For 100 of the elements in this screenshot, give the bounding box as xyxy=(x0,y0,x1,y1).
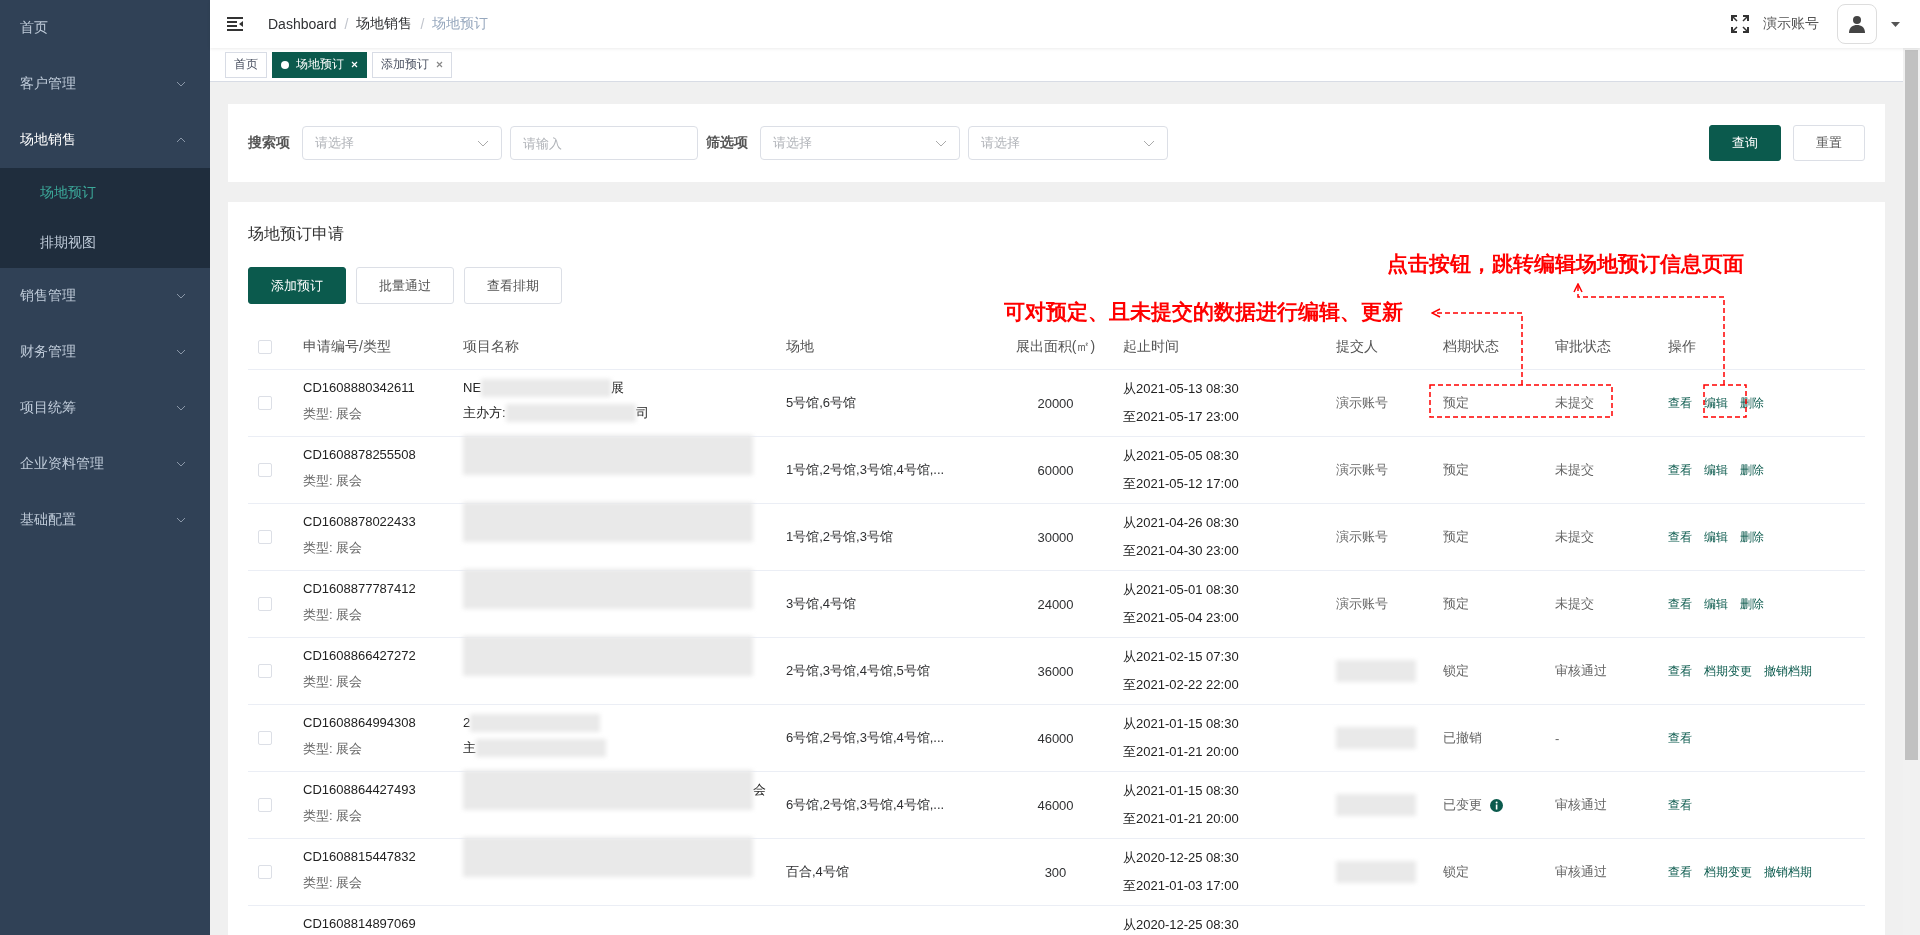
approval-status: 未提交 xyxy=(1555,528,1594,546)
action-link[interactable]: 查看 xyxy=(1668,662,1692,680)
action-link[interactable]: 编辑 xyxy=(1704,595,1728,613)
column-header: 申请编号/类型 xyxy=(303,337,391,356)
sidebar-item[interactable]: 财务管理 xyxy=(0,324,210,380)
action-link[interactable]: 删除 xyxy=(1740,528,1764,546)
venue-text: 百合,4号馆 xyxy=(786,863,849,881)
action-link[interactable]: 查看 xyxy=(1668,528,1692,546)
area-value: 46000 xyxy=(1037,797,1074,813)
sidebar-subitem[interactable]: 场地预订 xyxy=(0,168,210,218)
approval-status: 审核通过 xyxy=(1555,796,1607,814)
start-time: 从2021-05-05 08:30 xyxy=(1123,447,1239,465)
action-link[interactable]: 删除 xyxy=(1740,595,1764,613)
area-value: 36000 xyxy=(1037,663,1074,679)
area-value: 60000 xyxy=(1037,462,1074,478)
request-type: 类型: 展会 xyxy=(303,874,363,892)
column-header: 展出面积(㎡) xyxy=(1015,337,1096,356)
breadcrumb-item[interactable]: 场地销售 xyxy=(356,15,413,33)
schedule-status: 预定 xyxy=(1443,528,1469,546)
request-id: CD1608864994308 xyxy=(303,715,416,730)
page-tab[interactable]: 首页 xyxy=(225,51,267,78)
reset-button[interactable]: 重置 xyxy=(1793,125,1865,161)
project-text: 主 xyxy=(463,738,476,757)
project-text: 主办方: xyxy=(463,403,506,422)
page-tab[interactable]: 添加预订 xyxy=(372,51,452,78)
action-button[interactable]: 添加预订 xyxy=(248,267,346,304)
search-input[interactable]: 请输入 xyxy=(510,126,698,160)
action-button[interactable]: 查看排期 xyxy=(464,267,562,304)
venue-text: 5号馆,6号馆 xyxy=(786,394,857,412)
submitter-name: 演示账号 xyxy=(1336,528,1388,546)
submitter-name: 演示账号 xyxy=(1336,595,1388,613)
request-id: CD1608814897069 xyxy=(303,916,416,931)
area-value: 46000 xyxy=(1037,730,1074,746)
venue-text: 2号馆,3号馆,4号馆,5号馆 xyxy=(786,662,930,680)
schedule-status: 预定 xyxy=(1443,394,1469,412)
project-text: 司 xyxy=(635,403,649,422)
area-value: 300 xyxy=(1044,864,1067,880)
sidebar-item[interactable]: 销售管理 xyxy=(0,268,210,324)
request-type: 类型: 展会 xyxy=(303,472,363,490)
sidebar-item[interactable]: 企业资料管理 xyxy=(0,436,210,492)
filter-label: 筛选项 xyxy=(706,134,748,152)
end-time: 至2021-05-17 23:00 xyxy=(1123,408,1239,426)
start-time: 从2021-05-01 08:30 xyxy=(1123,581,1239,599)
column-header: 操作 xyxy=(1668,337,1696,356)
sidebar-subitem[interactable]: 排期视图 xyxy=(0,218,210,268)
sidebar-item[interactable]: 基础配置 xyxy=(0,492,210,548)
venue-text: 6号馆,2号馆,3号馆,4号馆,... xyxy=(786,796,945,814)
schedule-status: 预定 xyxy=(1443,595,1469,613)
project-text: 展 xyxy=(611,378,625,397)
sidebar-item[interactable]: 客户管理 xyxy=(0,56,210,112)
venue-text: 6号馆,2号馆,3号馆,4号馆,... xyxy=(786,729,945,747)
action-link[interactable]: 档期变更 xyxy=(1704,863,1752,881)
sidebar-item[interactable]: 项目统筹 xyxy=(0,380,210,436)
action-link[interactable]: 编辑 xyxy=(1704,528,1728,546)
annotation-text: 可对预定、且未提交的数据进行编辑、更新 xyxy=(1004,299,1403,326)
request-id: CD1608877787412 xyxy=(303,581,416,596)
query-button[interactable]: 查询 xyxy=(1709,125,1781,161)
request-type: 类型: 展会 xyxy=(303,673,363,691)
action-link[interactable]: 查看 xyxy=(1668,461,1692,479)
action-link[interactable]: 撤销档期 xyxy=(1764,863,1812,881)
sidebar-item[interactable]: 首页 xyxy=(0,0,210,56)
page-tab[interactable]: 场地预订 xyxy=(272,51,367,78)
breadcrumb-item[interactable]: Dashboard xyxy=(268,16,337,32)
request-id: CD1608880342611 xyxy=(303,380,415,395)
end-time: 至2021-01-21 20:00 xyxy=(1123,743,1239,761)
action-button[interactable]: 批量通过 xyxy=(356,267,454,304)
venue-text: 1号馆,2号馆,3号馆,4号馆,... xyxy=(786,461,945,479)
schedule-status: 已撤销 xyxy=(1443,729,1482,747)
request-type: 类型: 展会 xyxy=(303,606,363,624)
column-header: 提交人 xyxy=(1336,337,1378,356)
end-time: 至2021-05-04 23:00 xyxy=(1123,609,1239,627)
panel-title: 场地预订申请 xyxy=(248,224,345,244)
action-link[interactable]: 编辑 xyxy=(1704,461,1728,479)
sidebar-item[interactable]: 场地销售 xyxy=(0,112,210,168)
search-label: 搜索项 xyxy=(248,134,290,152)
schedule-status: 预定 xyxy=(1443,461,1469,479)
action-link[interactable]: 查看 xyxy=(1668,394,1692,412)
action-link[interactable]: 撤销档期 xyxy=(1764,662,1812,680)
end-time: 至2021-01-03 17:00 xyxy=(1123,877,1239,895)
project-text: 会 xyxy=(753,780,766,799)
column-header: 项目名称 xyxy=(463,337,519,356)
end-time: 至2021-02-22 22:00 xyxy=(1123,676,1239,694)
action-link[interactable]: 编辑 xyxy=(1704,394,1728,412)
action-link[interactable]: 查看 xyxy=(1668,796,1692,814)
breadcrumb-item: 场地预订 xyxy=(432,15,489,33)
action-link[interactable]: 查看 xyxy=(1668,863,1692,881)
start-time: 从2021-04-26 08:30 xyxy=(1123,514,1239,532)
action-link[interactable]: 档期变更 xyxy=(1704,662,1752,680)
venue-text: 3号馆,4号馆 xyxy=(786,595,857,613)
start-time: 从2021-05-13 08:30 xyxy=(1123,380,1239,398)
action-link[interactable]: 删除 xyxy=(1740,461,1764,479)
account-name: 演示账号 xyxy=(1763,15,1819,33)
start-time: 从2021-01-15 08:30 xyxy=(1123,715,1239,733)
action-link[interactable]: 删除 xyxy=(1740,394,1764,412)
request-id: CD1608878255508 xyxy=(303,447,416,462)
start-time: 从2021-01-15 08:30 xyxy=(1123,782,1239,800)
action-link[interactable]: 查看 xyxy=(1668,729,1692,747)
action-link[interactable]: 查看 xyxy=(1668,595,1692,613)
venue-text: 1号馆,2号馆,3号馆 xyxy=(786,528,893,546)
approval-status: 未提交 xyxy=(1555,595,1594,613)
